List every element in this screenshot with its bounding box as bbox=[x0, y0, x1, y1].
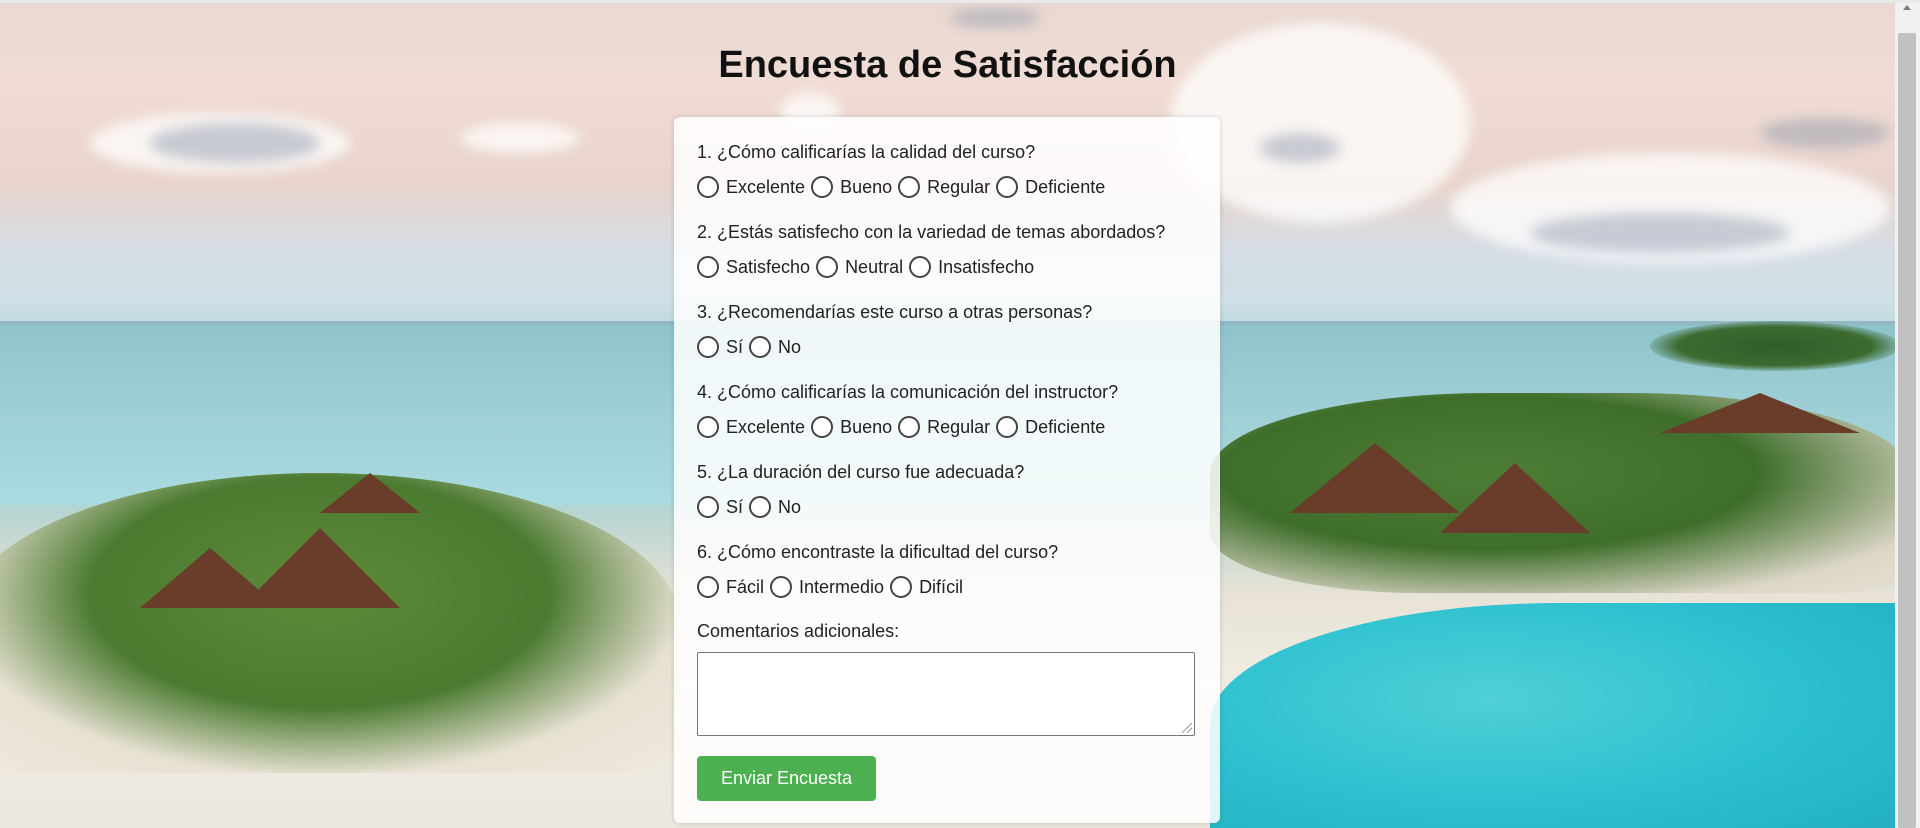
radio-button[interactable] bbox=[697, 576, 719, 598]
option-si[interactable]: Sí bbox=[697, 336, 743, 358]
radio-button[interactable] bbox=[697, 416, 719, 438]
option-label: Sí bbox=[726, 496, 744, 517]
scroll-up-arrow-icon[interactable] bbox=[1903, 5, 1911, 10]
question-2: 2. ¿Estás satisfecho con la variedad de … bbox=[697, 221, 1197, 279]
vertical-scrollbar[interactable] bbox=[1895, 3, 1920, 828]
option-label: Regular bbox=[927, 416, 991, 437]
options-group: Fácil Intermedio Difícil bbox=[697, 575, 1197, 599]
option-facil[interactable]: Fácil bbox=[697, 576, 764, 598]
radio-button[interactable] bbox=[898, 176, 921, 198]
options-group: Satisfecho Neutral Insatisfecho bbox=[697, 255, 1197, 279]
option-label: Regular bbox=[927, 176, 991, 197]
option-dificil[interactable]: Difícil bbox=[890, 576, 963, 598]
radio-button[interactable] bbox=[697, 496, 719, 518]
radio-button[interactable] bbox=[770, 576, 793, 598]
radio-button[interactable] bbox=[996, 176, 1019, 198]
option-label: Satisfecho bbox=[726, 256, 811, 277]
radio-button[interactable] bbox=[697, 176, 719, 198]
option-excelente[interactable]: Excelente bbox=[697, 416, 805, 438]
question-text: 2. ¿Estás satisfecho con la variedad de … bbox=[697, 222, 1166, 242]
page-title: Encuesta de Satisfacción bbox=[718, 44, 1177, 86]
option-deficiente[interactable]: Deficiente bbox=[996, 176, 1105, 198]
comments-textarea[interactable] bbox=[697, 652, 1195, 736]
question-text: 1. ¿Cómo calificarías la calidad del cur… bbox=[697, 142, 1036, 162]
option-label: Insatisfecho bbox=[938, 256, 1035, 277]
options-group: Sí No bbox=[697, 495, 1197, 519]
question-text: 4. ¿Cómo calificarías la comunicación de… bbox=[697, 382, 1119, 402]
option-excelente[interactable]: Excelente bbox=[697, 176, 805, 198]
option-label: No bbox=[778, 496, 802, 517]
option-regular[interactable]: Regular bbox=[898, 176, 990, 198]
options-group: Excelente Bueno Regular Deficiente bbox=[697, 175, 1197, 199]
option-no[interactable]: No bbox=[749, 496, 801, 518]
option-label: Difícil bbox=[919, 576, 964, 597]
option-no[interactable]: No bbox=[749, 336, 801, 358]
options-group: Sí No bbox=[697, 335, 1197, 359]
option-label: Neutral bbox=[845, 256, 904, 277]
question-text: 5. ¿La duración del curso fue adecuada? bbox=[697, 462, 1025, 482]
option-bueno[interactable]: Bueno bbox=[811, 176, 892, 198]
comments-label: Comentarios adicionales: bbox=[697, 621, 900, 641]
radio-button[interactable] bbox=[816, 256, 839, 278]
option-label: Intermedio bbox=[799, 576, 885, 597]
option-intermedio[interactable]: Intermedio bbox=[770, 576, 884, 598]
scrollbar-thumb[interactable] bbox=[1898, 33, 1916, 828]
question-text: 6. ¿Cómo encontraste la dificultad del c… bbox=[697, 542, 1059, 562]
submit-button[interactable]: Enviar Encuesta bbox=[697, 756, 877, 801]
option-regular[interactable]: Regular bbox=[898, 416, 990, 438]
question-1: 1. ¿Cómo calificarías la calidad del cur… bbox=[697, 141, 1197, 199]
resize-grip-icon[interactable] bbox=[1182, 723, 1192, 733]
option-si[interactable]: Sí bbox=[697, 496, 743, 518]
option-label: Deficiente bbox=[1025, 416, 1106, 437]
radio-button[interactable] bbox=[749, 336, 772, 358]
radio-button[interactable] bbox=[909, 256, 932, 278]
question-text: 3. ¿Recomendarías este curso a otras per… bbox=[697, 302, 1093, 322]
radio-button[interactable] bbox=[996, 416, 1019, 438]
option-label: Fácil bbox=[726, 576, 765, 597]
option-insatisfecho[interactable]: Insatisfecho bbox=[909, 256, 1034, 278]
question-6: 6. ¿Cómo encontraste la dificultad del c… bbox=[697, 541, 1197, 599]
option-label: No bbox=[778, 336, 802, 357]
question-4: 4. ¿Cómo calificarías la comunicación de… bbox=[697, 381, 1197, 439]
radio-button[interactable] bbox=[811, 416, 834, 438]
option-label: Bueno bbox=[840, 176, 893, 197]
options-group: Excelente Bueno Regular Deficiente bbox=[697, 415, 1197, 439]
option-label: Deficiente bbox=[1025, 176, 1106, 197]
radio-button[interactable] bbox=[749, 496, 772, 518]
option-label: Excelente bbox=[726, 176, 806, 197]
radio-button[interactable] bbox=[811, 176, 834, 198]
radio-button[interactable] bbox=[697, 336, 719, 358]
option-deficiente[interactable]: Deficiente bbox=[996, 416, 1105, 438]
question-5: 5. ¿La duración del curso fue adecuada? … bbox=[697, 461, 1197, 519]
radio-button[interactable] bbox=[898, 416, 921, 438]
option-bueno[interactable]: Bueno bbox=[811, 416, 892, 438]
option-neutral[interactable]: Neutral bbox=[816, 256, 903, 278]
survey-form: 1. ¿Cómo calificarías la calidad del cur… bbox=[674, 117, 1220, 823]
radio-button[interactable] bbox=[890, 576, 913, 598]
option-label: Bueno bbox=[840, 416, 893, 437]
option-label: Excelente bbox=[726, 416, 806, 437]
radio-button[interactable] bbox=[697, 256, 719, 278]
option-satisfecho[interactable]: Satisfecho bbox=[697, 256, 810, 278]
question-3: 3. ¿Recomendarías este curso a otras per… bbox=[697, 301, 1197, 359]
option-label: Sí bbox=[726, 336, 744, 357]
